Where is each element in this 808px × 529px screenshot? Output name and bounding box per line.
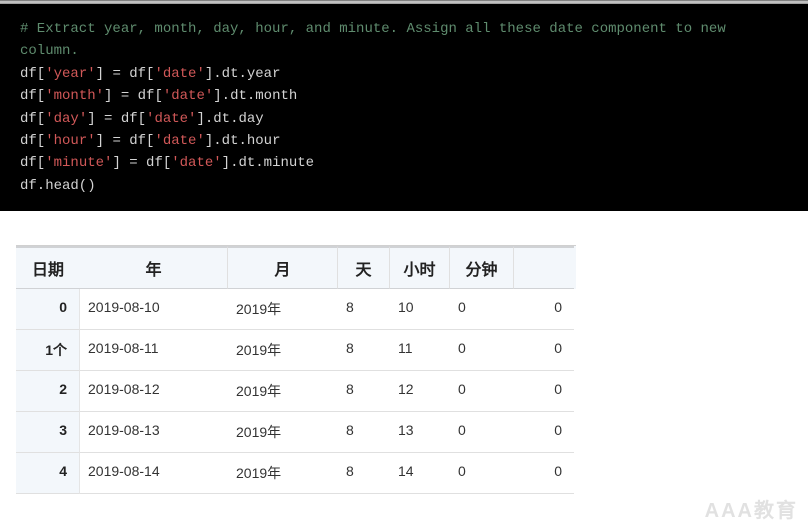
header-hour-col: 小时 [390,246,450,289]
header-month: 月 [228,246,338,289]
cell-minute: 0 [514,289,574,330]
table-row: 0 2019-08-10 2019年 8 10 0 0 [16,289,576,330]
table-row: 4 2019-08-14 2019年 8 14 0 0 [16,453,576,494]
cell-month: 8 [338,371,390,412]
row-index: 0 [16,289,80,330]
cell-day: 10 [390,289,450,330]
header-minute-col: 分钟 [450,246,514,289]
table-row: 3 2019-08-13 2019年 8 13 0 0 [16,412,576,453]
table-header-row: 日期 年 月 天 小时 分钟 [16,246,576,289]
cell-date: 2019-08-14 [80,453,228,494]
cell-hour: 0 [450,453,514,494]
code-line-4: df['hour'] = df['date'].dt.hour [20,133,281,149]
cell-year: 2019年 [228,289,338,330]
cell-minute: 0 [514,412,574,453]
cell-year: 2019年 [228,412,338,453]
code-line-3: df['day'] = df['date'].dt.day [20,111,264,127]
code-line-6: df.head() [20,178,96,194]
header-index: 日期 [16,246,80,289]
row-index: 2 [16,371,80,412]
output-table: 日期 年 月 天 小时 分钟 0 2019-08-10 2019年 8 10 0… [16,245,576,494]
table-row: 1个 2019-08-11 2019年 8 11 0 0 [16,330,576,371]
cell-hour: 0 [450,330,514,371]
cell-date: 2019-08-10 [80,289,228,330]
cell-minute: 0 [514,330,574,371]
cell-hour: 0 [450,412,514,453]
cell-date: 2019-08-12 [80,371,228,412]
cell-month: 8 [338,412,390,453]
header-blank [514,246,574,289]
code-line-1: df['year'] = df['date'].dt.year [20,66,281,82]
cell-month: 8 [338,330,390,371]
code-block: # Extract year, month, day, hour, and mi… [0,4,808,211]
cell-month: 8 [338,289,390,330]
cell-year: 2019年 [228,371,338,412]
table-row: 2 2019-08-12 2019年 8 12 0 0 [16,371,576,412]
code-line-5: df['minute'] = df['date'].dt.minute [20,155,314,171]
cell-date: 2019-08-11 [80,330,228,371]
cell-month: 8 [338,453,390,494]
cell-minute: 0 [514,453,574,494]
cell-year: 2019年 [228,330,338,371]
header-day: 天 [338,246,390,289]
cell-minute: 0 [514,371,574,412]
header-year: 年 [80,246,228,289]
cell-year: 2019年 [228,453,338,494]
cell-hour: 0 [450,371,514,412]
row-index: 3 [16,412,80,453]
row-index: 4 [16,453,80,494]
code-comment: # Extract year, month, day, hour, and mi… [20,21,734,59]
code-line-2: df['month'] = df['date'].dt.month [20,88,297,104]
cell-day: 12 [390,371,450,412]
cell-hour: 0 [450,289,514,330]
cell-day: 13 [390,412,450,453]
row-index: 1个 [16,330,80,371]
cell-day: 11 [390,330,450,371]
cell-day: 14 [390,453,450,494]
cell-date: 2019-08-13 [80,412,228,453]
watermark-text: AAA教育 [705,494,798,523]
